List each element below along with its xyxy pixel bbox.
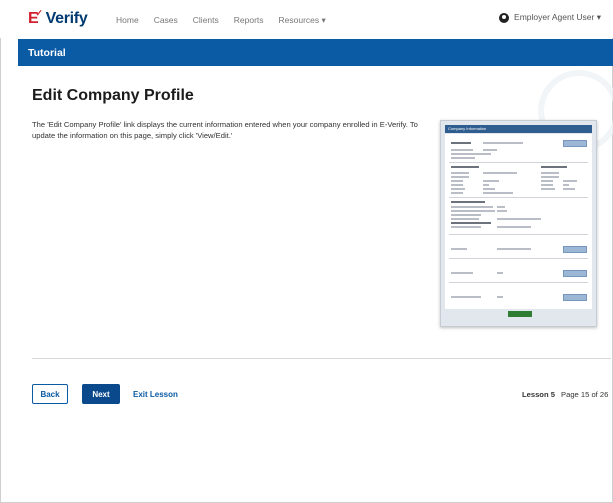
main-nav: Home Cases Clients Reports Resources ▾ (116, 15, 326, 26)
page-counter: Page 15 of 26 (561, 390, 609, 399)
thumbnail-confirm-button (508, 311, 532, 317)
lesson-description: The 'Edit Company Profile' link displays… (32, 120, 418, 140)
thumbnail-panel (445, 134, 592, 309)
page-title: Edit Company Profile (32, 87, 194, 104)
nav-clients[interactable]: Clients (193, 15, 219, 26)
tutorial-banner: Tutorial (18, 39, 613, 66)
user-icon (499, 12, 510, 23)
lesson-label: Lesson 5 (522, 390, 555, 399)
nav-cases[interactable]: Cases (154, 15, 178, 26)
back-button[interactable]: Back (32, 384, 68, 404)
user-menu-label: Employer Agent User ▾ (514, 12, 601, 22)
tutorial-banner-title: Tutorial (28, 47, 66, 59)
nav-home[interactable]: Home (116, 15, 139, 26)
everify-logo[interactable]: E✓ Verify (28, 8, 88, 28)
top-navigation: E✓ Verify Home Cases Clients Reports Reso… (0, 0, 613, 38)
footer-divider (32, 358, 611, 359)
lesson-pager: Lesson 5 Page 15 of 26 (522, 390, 608, 399)
nav-resources[interactable]: Resources ▾ (279, 15, 326, 26)
nav-reports[interactable]: Reports (234, 15, 264, 26)
user-menu[interactable]: Employer Agent User ▾ (499, 12, 601, 23)
exit-lesson-link[interactable]: Exit Lesson (133, 390, 178, 399)
company-profile-screenshot: Company Information (440, 120, 597, 327)
next-button[interactable]: Next (82, 384, 120, 404)
thumbnail-header: Company Information (445, 125, 592, 133)
